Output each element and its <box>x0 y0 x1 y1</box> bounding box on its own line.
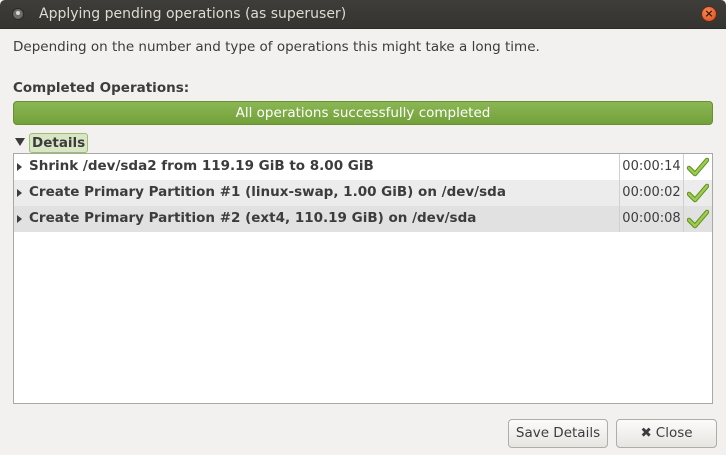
window-close-button[interactable]: × <box>701 6 717 22</box>
close-icon: ✖ <box>640 425 652 441</box>
app-icon <box>12 8 24 20</box>
check-icon <box>687 183 709 203</box>
progress-bar: All operations successfully completed <box>13 101 713 125</box>
operation-row[interactable]: Create Primary Partition #1 (linux-swap,… <box>14 180 712 206</box>
operation-time: 00:00:14 <box>619 154 684 180</box>
close-button-label: Close <box>655 425 693 441</box>
expander-arrow-right-icon[interactable] <box>17 163 22 171</box>
title-bar[interactable]: Applying pending operations (as superuse… <box>0 0 726 29</box>
window-title: Applying pending operations (as superuse… <box>39 6 347 22</box>
details-label[interactable]: Details <box>29 133 89 153</box>
operation-text: Shrink /dev/sda2 from 119.19 GiB to 8.00… <box>29 158 374 174</box>
completed-operations-label: Completed Operations: <box>13 80 190 96</box>
close-button[interactable]: ✖ Close <box>616 419 717 448</box>
save-details-button[interactable]: Save Details <box>508 419 608 448</box>
check-icon <box>687 209 709 229</box>
operation-time: 00:00:08 <box>619 206 684 232</box>
expander-arrow-right-icon[interactable] <box>17 215 22 223</box>
progress-text: All operations successfully completed <box>235 105 491 121</box>
check-icon <box>687 157 709 177</box>
operations-list[interactable]: Shrink /dev/sda2 from 119.19 GiB to 8.00… <box>13 153 713 404</box>
operation-row[interactable]: Create Primary Partition #2 (ext4, 110.1… <box>14 206 712 232</box>
operation-row[interactable]: Shrink /dev/sda2 from 119.19 GiB to 8.00… <box>14 154 712 180</box>
description-text: Depending on the number and type of oper… <box>13 39 540 55</box>
operation-text: Create Primary Partition #1 (linux-swap,… <box>29 184 506 200</box>
expander-arrow-down-icon <box>15 138 25 146</box>
expander-arrow-right-icon[interactable] <box>17 189 22 197</box>
operation-text: Create Primary Partition #2 (ext4, 110.1… <box>29 210 477 226</box>
operation-time: 00:00:02 <box>619 180 684 206</box>
